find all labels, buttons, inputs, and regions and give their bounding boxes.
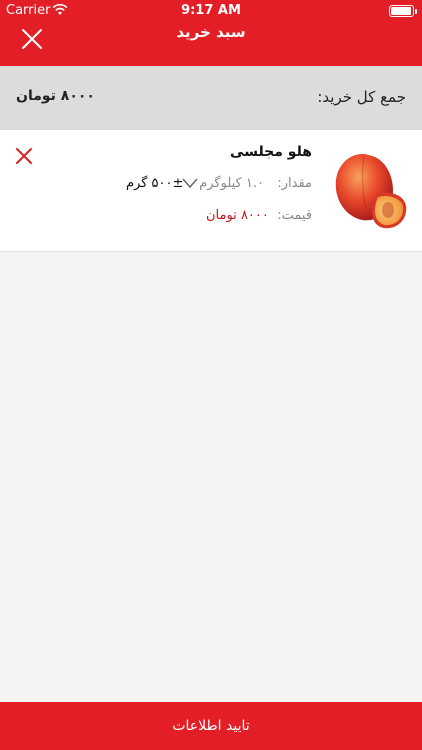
status-bar: Carrier 9:17 AM	[0, 0, 422, 22]
quantity-value: ۱.۰ کیلوگرم	[199, 176, 264, 191]
product-name: هلو مجلسی	[230, 144, 312, 160]
unit-select[interactable]: ۵۰۰± گرم	[126, 176, 183, 191]
app-header: Carrier 9:17 AM سبد خرید	[0, 0, 422, 66]
price-label: قیمت:	[277, 208, 312, 223]
clock: 9:17 AM	[181, 3, 241, 18]
page-title: سبد خرید	[176, 23, 246, 41]
total-amount: ۸۰۰۰ تومان	[16, 88, 95, 104]
cart-total-bar: جمع کل خرید: ۸۰۰۰ تومان	[0, 66, 422, 130]
chevron-down-icon[interactable]	[182, 177, 198, 189]
peach-image	[335, 154, 407, 229]
total-label: جمع کل خرید:	[317, 88, 406, 106]
confirm-button[interactable]: تایید اطلاعات	[0, 702, 422, 750]
remove-item-icon[interactable]	[14, 146, 34, 166]
cart-item: هلو مجلسی مقدار: ۱.۰ کیلوگرم ۵۰۰± گرم قی…	[0, 130, 422, 252]
quantity-label: مقدار:	[277, 176, 312, 191]
battery-icon	[389, 5, 417, 17]
price-value: ۸۰۰۰ تومان	[206, 208, 269, 223]
